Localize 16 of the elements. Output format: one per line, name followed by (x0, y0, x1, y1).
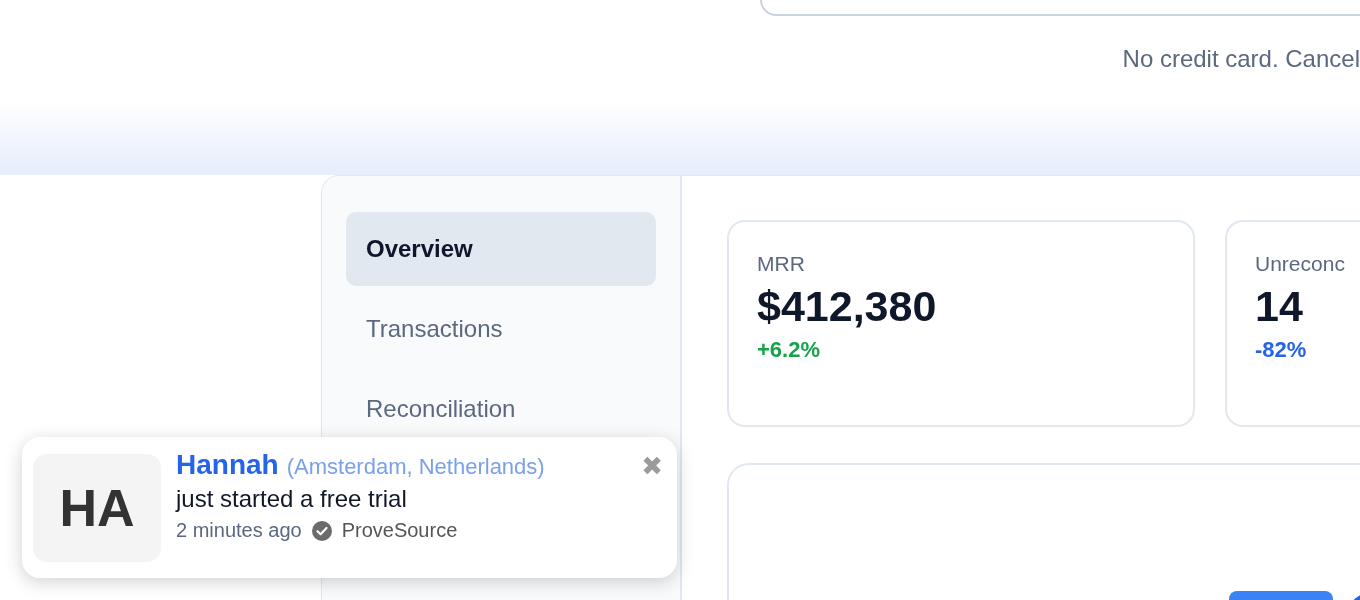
metric-change: -82% (1255, 337, 1308, 363)
hero-note: No credit card. Cancel (1122, 45, 1360, 73)
avatar: HA (33, 454, 161, 562)
metric-change: +6.2% (757, 337, 821, 363)
close-button[interactable]: ✖ (641, 451, 663, 481)
metric-label: MRR (757, 252, 806, 276)
metric-value: 14 (1255, 282, 1304, 331)
metric-label: Unreconc (1255, 252, 1346, 276)
sidebar-item[interactable]: Overview (346, 212, 656, 286)
source-label: ProveSource (341, 519, 458, 542)
timestamp: 2 minutes ago (176, 519, 302, 542)
sidebar-item[interactable]: Transactions (346, 292, 656, 366)
user-location: (Amsterdam, Netherlands) (286, 454, 545, 480)
notification-message: just started a free trial (176, 485, 408, 513)
metric-value: $412,380 (757, 282, 938, 331)
user-name: Hannah (176, 449, 279, 481)
